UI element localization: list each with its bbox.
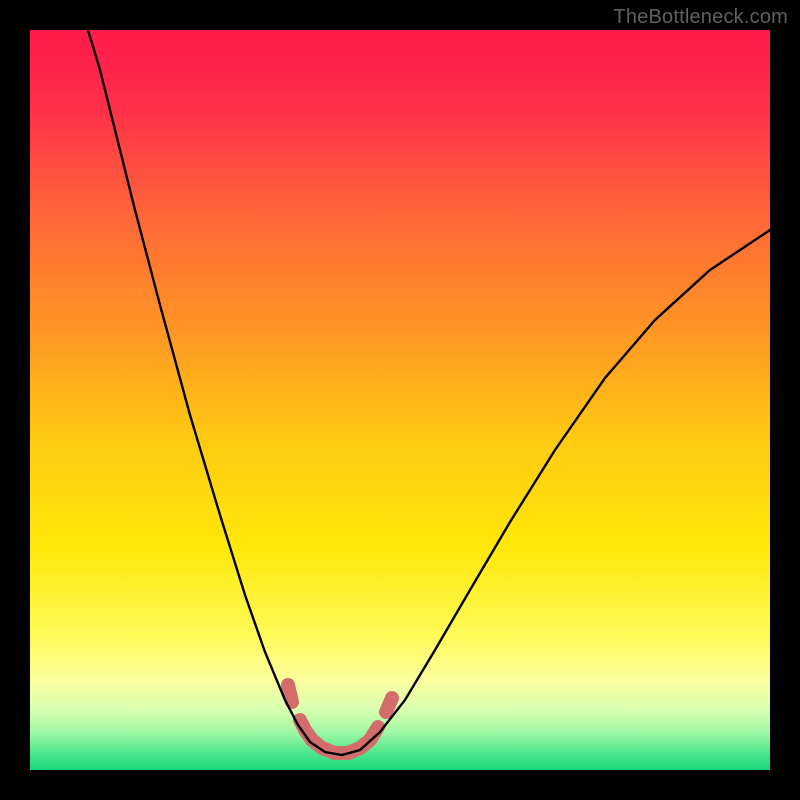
chart-frame: TheBottleneck.com xyxy=(0,0,800,800)
trough-marker-segment xyxy=(386,698,392,712)
bottleneck-curve xyxy=(88,30,770,755)
plot-area xyxy=(30,30,770,770)
curve-layer xyxy=(30,30,770,770)
trough-marker-segment xyxy=(288,685,292,702)
watermark-text: TheBottleneck.com xyxy=(613,6,788,29)
trough-marker-group xyxy=(288,685,392,753)
